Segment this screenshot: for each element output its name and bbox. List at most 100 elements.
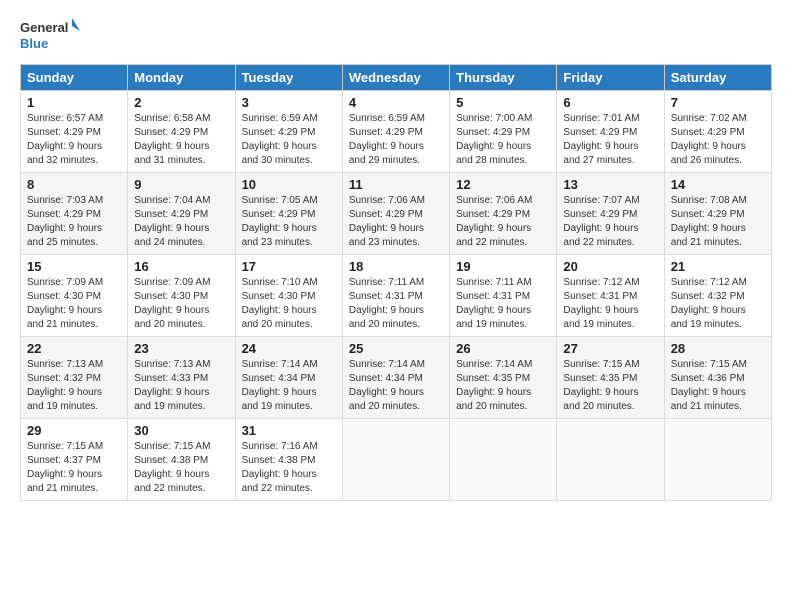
- day-number: 27: [563, 341, 657, 356]
- calendar-day-cell: 7Sunrise: 7:02 AMSunset: 4:29 PMDaylight…: [664, 91, 771, 173]
- calendar-day-cell: 23Sunrise: 7:13 AMSunset: 4:33 PMDayligh…: [128, 337, 235, 419]
- logo-svg: General Blue: [20, 16, 80, 54]
- day-info: Sunrise: 7:14 AMSunset: 4:34 PMDaylight:…: [349, 358, 443, 414]
- day-number: 16: [134, 259, 228, 274]
- day-info: Sunrise: 7:08 AMSunset: 4:29 PMDaylight:…: [671, 194, 765, 250]
- day-info: Sunrise: 7:13 AMSunset: 4:32 PMDaylight:…: [27, 358, 121, 414]
- day-number: 30: [134, 423, 228, 438]
- day-info: Sunrise: 7:12 AMSunset: 4:32 PMDaylight:…: [671, 276, 765, 332]
- day-info: Sunrise: 7:09 AMSunset: 4:30 PMDaylight:…: [27, 276, 121, 332]
- calendar-week-row: 15 Sunrise: 7:09 AMSunset: 4:30 PMDayligh…: [21, 255, 772, 337]
- day-info: Sunrise: 7:13 AMSunset: 4:33 PMDaylight:…: [134, 358, 228, 414]
- calendar-day-cell: 8Sunrise: 7:03 AMSunset: 4:29 PMDaylight…: [21, 173, 128, 255]
- day-number: 31: [242, 423, 336, 438]
- calendar-day-cell: 21 Sunrise: 7:12 AMSunset: 4:32 PMDayligh…: [664, 255, 771, 337]
- calendar-week-row: 8Sunrise: 7:03 AMSunset: 4:29 PMDaylight…: [21, 173, 772, 255]
- day-info: Sunrise: 7:12 AMSunset: 4:31 PMDaylight:…: [563, 276, 657, 332]
- day-number: 26: [456, 341, 550, 356]
- calendar-day-cell: 27 Sunrise: 7:15 AMSunset: 4:35 PMDayligh…: [557, 337, 664, 419]
- weekday-header-cell: Thursday: [450, 65, 557, 91]
- day-info: Sunrise: 7:09 AMSunset: 4:30 PMDaylight:…: [134, 276, 228, 332]
- day-number: 1: [27, 95, 121, 110]
- day-info: Sunrise: 7:10 AMSunset: 4:30 PMDaylight:…: [242, 276, 336, 332]
- day-number: 14: [671, 177, 765, 192]
- day-number: 7: [671, 95, 765, 110]
- calendar-day-cell: 28 Sunrise: 7:15 AMSunset: 4:36 PMDayligh…: [664, 337, 771, 419]
- day-number: 20: [563, 259, 657, 274]
- day-number: 24: [242, 341, 336, 356]
- day-number: 11: [349, 177, 443, 192]
- calendar-day-cell: [450, 419, 557, 501]
- calendar-day-cell: 26 Sunrise: 7:14 AMSunset: 4:35 PMDayligh…: [450, 337, 557, 419]
- calendar-day-cell: 31 Sunrise: 7:16 AMSunset: 4:38 PMDayligh…: [235, 419, 342, 501]
- day-info: Sunrise: 7:11 AMSunset: 4:31 PMDaylight:…: [456, 276, 550, 332]
- calendar-week-row: 29 Sunrise: 7:15 AMSunset: 4:37 PMDayligh…: [21, 419, 772, 501]
- day-number: 3: [242, 95, 336, 110]
- calendar-day-cell: 1 Sunrise: 6:57 AMSunset: 4:29 PMDaylight…: [21, 91, 128, 173]
- day-number: 4: [349, 95, 443, 110]
- day-number: 25: [349, 341, 443, 356]
- day-number: 2: [134, 95, 228, 110]
- calendar-day-cell: 11 Sunrise: 7:06 AMSunset: 4:29 PMDayligh…: [342, 173, 449, 255]
- weekday-header-cell: Sunday: [21, 65, 128, 91]
- weekday-header-cell: Monday: [128, 65, 235, 91]
- calendar-day-cell: 19 Sunrise: 7:11 AMSunset: 4:31 PMDayligh…: [450, 255, 557, 337]
- calendar-day-cell: [664, 419, 771, 501]
- day-info: Sunrise: 7:06 AMSunset: 4:29 PMDaylight:…: [349, 194, 443, 250]
- calendar-day-cell: 20 Sunrise: 7:12 AMSunset: 4:31 PMDayligh…: [557, 255, 664, 337]
- calendar-day-cell: 25 Sunrise: 7:14 AMSunset: 4:34 PMDayligh…: [342, 337, 449, 419]
- calendar-body: 1 Sunrise: 6:57 AMSunset: 4:29 PMDaylight…: [21, 91, 772, 501]
- day-info: Sunrise: 7:15 AMSunset: 4:38 PMDaylight:…: [134, 440, 228, 496]
- weekday-header-cell: Saturday: [664, 65, 771, 91]
- day-number: 12: [456, 177, 550, 192]
- day-info: Sunrise: 7:11 AMSunset: 4:31 PMDaylight:…: [349, 276, 443, 332]
- day-info: Sunrise: 7:15 AMSunset: 4:35 PMDaylight:…: [563, 358, 657, 414]
- day-info: Sunrise: 6:59 AMSunset: 4:29 PMDaylight:…: [242, 112, 336, 168]
- day-info: Sunrise: 7:00 AMSunset: 4:29 PMDaylight:…: [456, 112, 550, 168]
- day-number: 19: [456, 259, 550, 274]
- day-number: 29: [27, 423, 121, 438]
- calendar-day-cell: 12Sunrise: 7:06 AMSunset: 4:29 PMDayligh…: [450, 173, 557, 255]
- day-info: Sunrise: 7:15 AMSunset: 4:36 PMDaylight:…: [671, 358, 765, 414]
- calendar-day-cell: 13 Sunrise: 7:07 AMSunset: 4:29 PMDayligh…: [557, 173, 664, 255]
- day-info: Sunrise: 7:16 AMSunset: 4:38 PMDaylight:…: [242, 440, 336, 496]
- calendar-day-cell: 16 Sunrise: 7:09 AMSunset: 4:30 PMDayligh…: [128, 255, 235, 337]
- day-info: Sunrise: 6:57 AMSunset: 4:29 PMDaylight:…: [27, 112, 121, 168]
- day-number: 28: [671, 341, 765, 356]
- calendar-day-cell: 14 Sunrise: 7:08 AMSunset: 4:29 PMDayligh…: [664, 173, 771, 255]
- day-number: 10: [242, 177, 336, 192]
- calendar-day-cell: 18 Sunrise: 7:11 AMSunset: 4:31 PMDayligh…: [342, 255, 449, 337]
- weekday-header-cell: Wednesday: [342, 65, 449, 91]
- day-info: Sunrise: 7:07 AMSunset: 4:29 PMDaylight:…: [563, 194, 657, 250]
- calendar-day-cell: 30 Sunrise: 7:15 AMSunset: 4:38 PMDayligh…: [128, 419, 235, 501]
- calendar-day-cell: 17 Sunrise: 7:10 AMSunset: 4:30 PMDayligh…: [235, 255, 342, 337]
- calendar-day-cell: 10 Sunrise: 7:05 AMSunset: 4:29 PMDayligh…: [235, 173, 342, 255]
- day-number: 5: [456, 95, 550, 110]
- calendar-week-row: 1 Sunrise: 6:57 AMSunset: 4:29 PMDaylight…: [21, 91, 772, 173]
- day-info: Sunrise: 7:04 AMSunset: 4:29 PMDaylight:…: [134, 194, 228, 250]
- day-number: 18: [349, 259, 443, 274]
- calendar-day-cell: 4Sunrise: 6:59 AMSunset: 4:29 PMDaylight…: [342, 91, 449, 173]
- header: General Blue: [20, 16, 772, 54]
- day-number: 6: [563, 95, 657, 110]
- day-info: Sunrise: 6:58 AMSunset: 4:29 PMDaylight:…: [134, 112, 228, 168]
- calendar-day-cell: 5 Sunrise: 7:00 AMSunset: 4:29 PMDaylight…: [450, 91, 557, 173]
- calendar-day-cell: 22Sunrise: 7:13 AMSunset: 4:32 PMDayligh…: [21, 337, 128, 419]
- day-number: 9: [134, 177, 228, 192]
- day-number: 17: [242, 259, 336, 274]
- calendar-day-cell: 2 Sunrise: 6:58 AMSunset: 4:29 PMDaylight…: [128, 91, 235, 173]
- day-number: 13: [563, 177, 657, 192]
- day-info: Sunrise: 7:03 AMSunset: 4:29 PMDaylight:…: [27, 194, 121, 250]
- calendar-day-cell: 3 Sunrise: 6:59 AMSunset: 4:29 PMDaylight…: [235, 91, 342, 173]
- day-info: Sunrise: 7:05 AMSunset: 4:29 PMDaylight:…: [242, 194, 336, 250]
- day-info: Sunrise: 7:14 AMSunset: 4:35 PMDaylight:…: [456, 358, 550, 414]
- svg-text:General: General: [20, 20, 68, 35]
- calendar-day-cell: 15 Sunrise: 7:09 AMSunset: 4:30 PMDayligh…: [21, 255, 128, 337]
- day-number: 15: [27, 259, 121, 274]
- calendar-table: SundayMondayTuesdayWednesdayThursdayFrid…: [20, 64, 772, 501]
- calendar-week-row: 22Sunrise: 7:13 AMSunset: 4:32 PMDayligh…: [21, 337, 772, 419]
- calendar-day-cell: [557, 419, 664, 501]
- day-info: Sunrise: 7:15 AMSunset: 4:37 PMDaylight:…: [27, 440, 121, 496]
- day-number: 21: [671, 259, 765, 274]
- day-info: Sunrise: 7:01 AMSunset: 4:29 PMDaylight:…: [563, 112, 657, 168]
